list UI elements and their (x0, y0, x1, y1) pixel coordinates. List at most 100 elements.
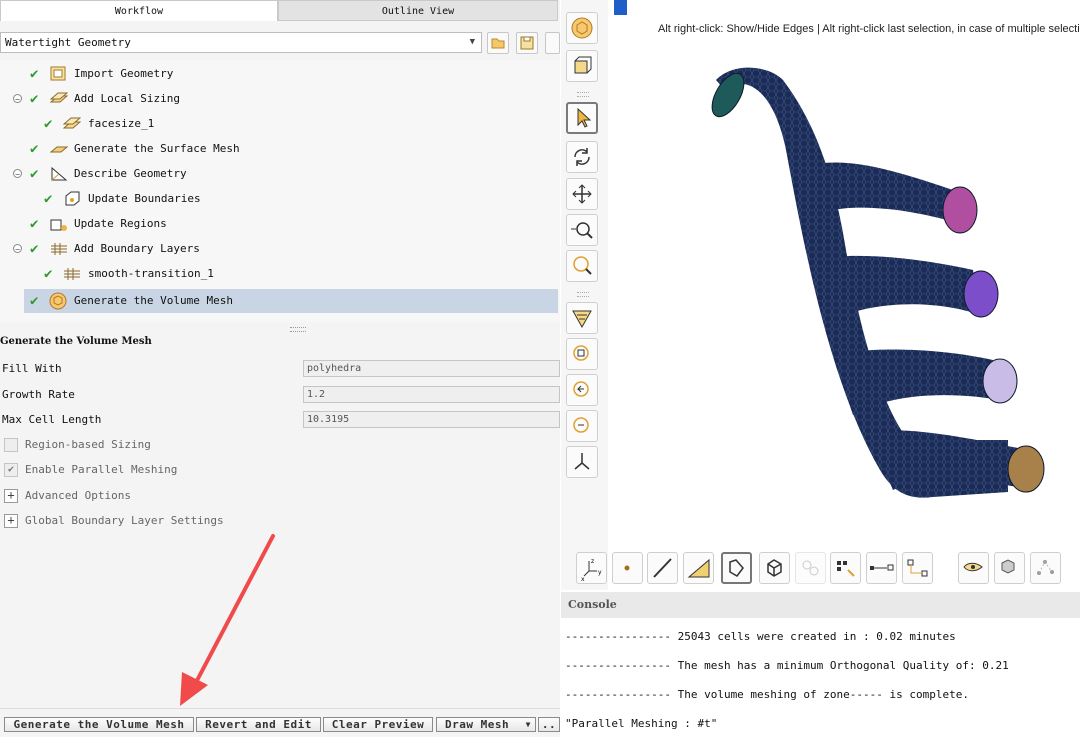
growth-rate-field[interactable]: 1.2 (303, 386, 560, 403)
zoom-next-button[interactable] (566, 410, 598, 442)
outlet-face-3[interactable] (982, 358, 1018, 404)
pointer-icon (577, 107, 592, 128)
console-line: "Parallel Meshing : #t" (565, 717, 718, 730)
zoom-fit-icon (573, 345, 589, 361)
select-object-button[interactable] (721, 552, 752, 584)
collapse-icon[interactable]: − (13, 244, 22, 254)
workflow-type-value: Watertight Geometry (5, 36, 131, 49)
eye-icon (963, 562, 983, 572)
annotation-arrow-icon (180, 534, 275, 706)
tab-outline-view[interactable]: Outline View (278, 0, 558, 21)
console-line: ---------------- The mesh has a minimum … (565, 659, 1009, 672)
fit-to-window-button[interactable] (566, 338, 598, 370)
zoom-previous-button[interactable] (566, 374, 598, 406)
select-point-button[interactable] (612, 552, 643, 584)
select-nodes-button[interactable] (830, 552, 861, 584)
region-sizing-checkbox[interactable] (4, 438, 18, 452)
select-face-button[interactable] (683, 552, 714, 584)
display-cubes-icon (1001, 559, 1015, 574)
graphics-window[interactable]: Alt right-click: Show/Hide Edges | Alt r… (608, 0, 1080, 590)
tab-workflow[interactable]: Workflow (0, 0, 278, 21)
show-hide-button[interactable] (958, 552, 989, 584)
outlet-face-2[interactable] (963, 270, 999, 318)
layers-icon (64, 268, 80, 280)
workflow-menu-button[interactable] (545, 32, 560, 54)
select-zone-button[interactable] (759, 552, 790, 584)
save-workflow-button[interactable] (516, 32, 538, 54)
open-workflow-button[interactable] (487, 32, 509, 54)
task-facesize-1[interactable]: ✔ facesize_1 (0, 112, 558, 136)
advanced-options-label[interactable]: Advanced Options (25, 489, 131, 502)
magnifier-icon (573, 256, 592, 275)
select-edge-button[interactable] (647, 552, 678, 584)
max-cell-length-label: Max Cell Length (2, 413, 102, 426)
toolbar-separator (577, 292, 589, 297)
graphics-vertical-toolbar (561, 0, 609, 590)
boundaries-icon (65, 191, 80, 206)
check-icon: ✔ (30, 66, 39, 82)
outlet-face-1[interactable] (942, 186, 978, 234)
mesh-triangle-button[interactable] (566, 302, 598, 334)
task-update-boundaries[interactable]: ✔ Update Boundaries (0, 187, 558, 211)
graphics-horizontal-toolbar: zy x (570, 548, 1080, 590)
volume-mesh-icon (571, 17, 593, 39)
console-title: Console (561, 592, 1080, 618)
svg-text:x: x (581, 576, 585, 583)
parallel-meshing-checkbox[interactable]: ✔ (4, 463, 18, 477)
expand-advanced-icon[interactable]: + (4, 489, 18, 503)
select-path-button[interactable] (866, 552, 897, 584)
console-line: ---------------- The volume meshing of z… (565, 688, 969, 701)
task-generate-surface-mesh[interactable]: ✔ Generate the Surface Mesh (0, 137, 558, 161)
check-icon: ✔ (30, 141, 39, 157)
max-cell-length-field[interactable]: 10.3195 (303, 411, 560, 428)
more-actions-button[interactable]: .. (538, 717, 560, 732)
mesh-display-button[interactable] (566, 12, 598, 44)
regions-icon (50, 219, 67, 231)
axes-orientation-button[interactable]: zy x (576, 552, 607, 584)
task-describe-geometry[interactable]: − ✔ Describe Geometry (0, 162, 558, 186)
task-add-boundary-layers[interactable]: − ✔ Add Boundary Layers (0, 237, 558, 261)
object-display-button[interactable] (994, 552, 1025, 584)
face-icon (687, 558, 710, 578)
rotate-icon (574, 148, 590, 166)
select-connected-button[interactable] (902, 552, 933, 584)
svg-text:z: z (591, 558, 594, 565)
workflow-type-select[interactable]: Watertight Geometry ▼ (0, 32, 482, 53)
pane-splitter[interactable] (290, 327, 306, 332)
rotate-tool-button[interactable] (566, 141, 598, 173)
task-update-regions[interactable]: ✔ Update Regions (0, 212, 558, 236)
task-import-geometry[interactable]: ✔ Import Geometry (0, 62, 558, 86)
view-box-button[interactable] (566, 50, 598, 82)
collapse-icon[interactable]: − (13, 94, 22, 104)
draw-mesh-button[interactable]: Draw Mesh ▼ (436, 717, 536, 732)
zoom-box-button[interactable] (566, 250, 598, 282)
collapse-icon[interactable]: − (13, 169, 22, 179)
zoom-tool-button[interactable] (566, 214, 598, 246)
check-icon: ✔ (30, 91, 39, 107)
revert-and-edit-button[interactable]: Revert and Edit (196, 717, 321, 732)
mesh-model[interactable] (608, 0, 1080, 548)
outlet-face-4[interactable] (1007, 445, 1045, 493)
task-smooth-transition-1[interactable]: ✔ smooth-transition_1 (0, 262, 558, 286)
clear-preview-button[interactable]: Clear Preview (323, 717, 433, 732)
select-cell-button[interactable] (795, 552, 826, 584)
region-sizing-label: Region-based Sizing (25, 438, 151, 451)
zoom-in-out-icon (571, 222, 593, 239)
fill-with-field[interactable]: polyhedra (303, 360, 560, 377)
expand-global-bl-icon[interactable]: + (4, 514, 18, 528)
node-display-button[interactable] (1030, 552, 1061, 584)
volume-mesh-icon (49, 292, 67, 310)
select-tool-button[interactable] (566, 102, 598, 134)
generate-volume-mesh-button[interactable]: Generate the Volume Mesh (4, 717, 194, 732)
check-icon: ✔ (44, 191, 53, 207)
axes-view-button[interactable] (566, 446, 598, 478)
pan-icon (572, 184, 592, 204)
zone-cube-icon (767, 559, 782, 577)
pan-tool-button[interactable] (566, 178, 598, 210)
global-bl-settings-label[interactable]: Global Boundary Layer Settings (25, 514, 224, 527)
check-icon: ✔ (30, 293, 39, 309)
face-size-icon (63, 117, 81, 129)
task-add-local-sizing[interactable]: − ✔ Add Local Sizing (0, 87, 558, 111)
task-generate-volume-mesh[interactable]: ✔ Generate the Volume Mesh (24, 289, 558, 313)
workflow-pane: Workflow Outline View Watertight Geometr… (0, 0, 560, 737)
